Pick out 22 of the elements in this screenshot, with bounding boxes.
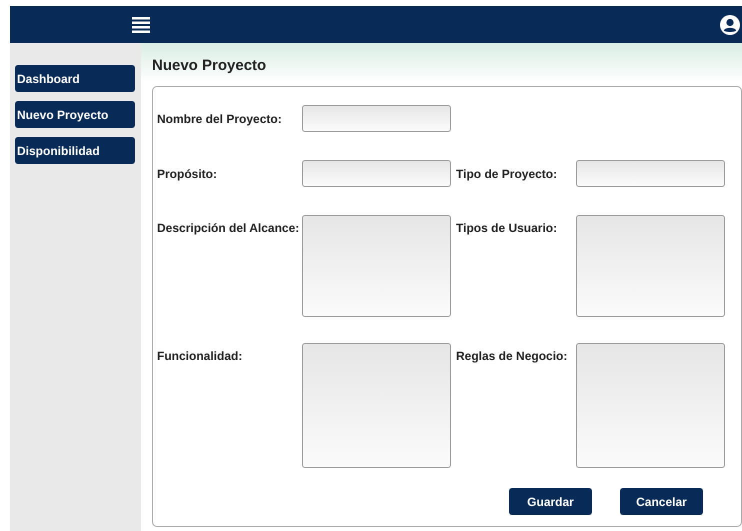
field-label: Funcionalidad:	[157, 348, 244, 365]
field-label: Tipo de Proyecto:	[456, 166, 558, 182]
sidebar-item[interactable]: Nuevo Proyecto	[15, 101, 135, 128]
field-label: Nombre del Proyecto:	[157, 110, 283, 128]
text-area[interactable]	[302, 215, 451, 317]
form-button[interactable]: Guardar	[509, 488, 592, 515]
text-area[interactable]	[302, 343, 451, 468]
field-label: Tipos de Usuario:	[456, 220, 558, 237]
field-label: Descripción del Alcance:	[157, 220, 300, 237]
input-field[interactable]	[576, 160, 725, 187]
text-area[interactable]	[576, 215, 725, 317]
field-label: Propósito:	[157, 166, 218, 182]
text-area[interactable]	[576, 343, 725, 468]
field-label: Reglas de Negocio:	[456, 348, 568, 365]
sidebar-item[interactable]: Disponibilidad	[15, 137, 135, 164]
input-field[interactable]	[302, 160, 451, 187]
user-account-icon[interactable]	[720, 14, 740, 34]
form-button[interactable]: Cancelar	[620, 488, 703, 515]
menu-icon[interactable]	[132, 16, 150, 32]
sidebar-item[interactable]: Dashboard	[15, 65, 135, 92]
input-field[interactable]	[302, 105, 451, 132]
page-title: Nuevo Proyecto	[152, 56, 268, 76]
